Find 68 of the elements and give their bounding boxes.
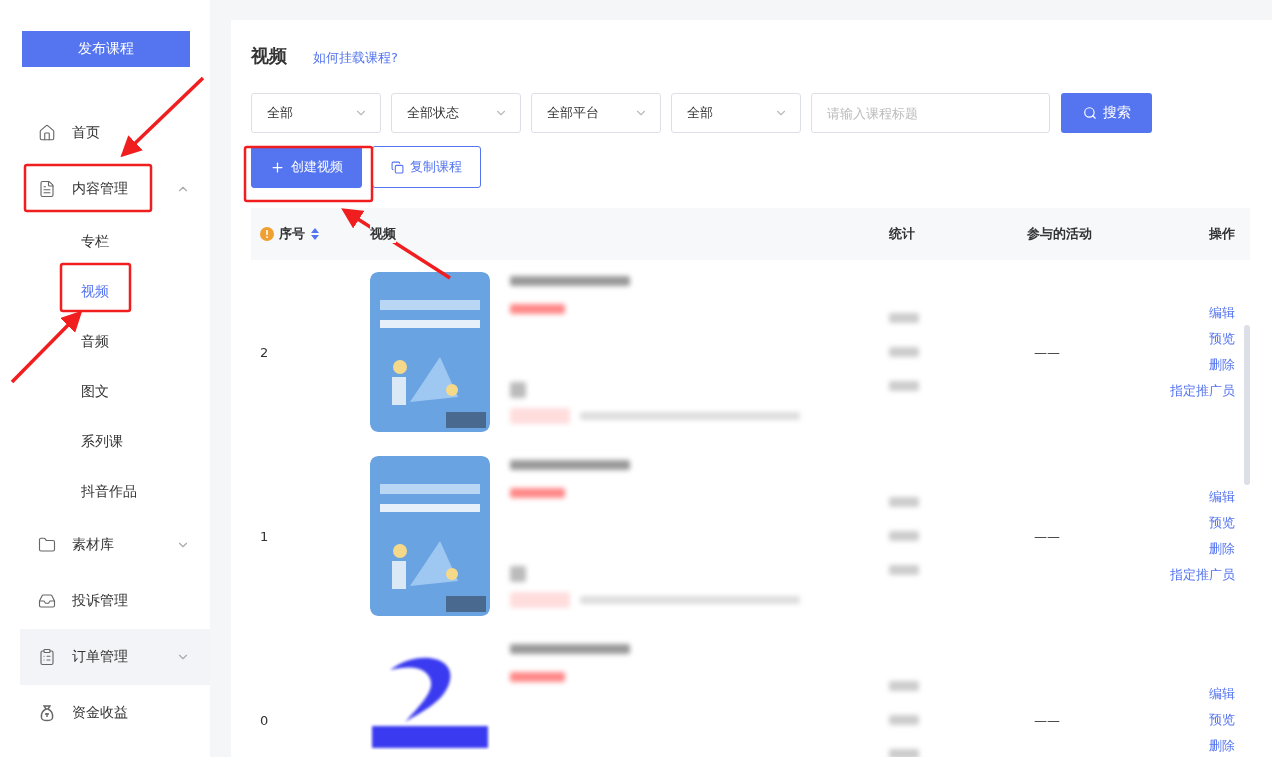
table-cell-text: —— bbox=[1033, 344, 1061, 360]
action-link[interactable]: 编辑 bbox=[1209, 304, 1235, 322]
warning-icon bbox=[260, 227, 274, 241]
filter-dropdown[interactable]: 全部 bbox=[671, 93, 801, 133]
filter-dropdown[interactable]: 全部 bbox=[251, 93, 381, 133]
search-field[interactable]: 请输入课程标题 bbox=[811, 93, 1050, 133]
filter-dropdown[interactable]: 全部状态 bbox=[391, 93, 521, 133]
action-link[interactable]: 指定推广员 bbox=[1170, 566, 1235, 584]
table-cell-text: —— bbox=[1033, 528, 1061, 544]
action-link[interactable]: 预览 bbox=[1209, 330, 1235, 348]
blurred-text bbox=[889, 497, 919, 507]
page-title: 视频 bbox=[251, 44, 287, 68]
search-icon bbox=[1082, 106, 1097, 120]
nav-subitem[interactable]: 抖音作品 bbox=[0, 467, 210, 517]
blurred-text bbox=[889, 313, 919, 323]
action-link[interactable]: 预览 bbox=[1209, 514, 1235, 532]
nav-subitem[interactable]: 视频 bbox=[0, 267, 210, 317]
table-cell-text: 0 bbox=[260, 712, 270, 728]
action-link[interactable]: 编辑 bbox=[1209, 488, 1235, 506]
action-link[interactable]: 删除 bbox=[1209, 540, 1235, 558]
blurred-text bbox=[510, 672, 565, 682]
help-link[interactable]: 如何挂载课程? bbox=[313, 49, 398, 67]
clipboard-icon bbox=[38, 648, 56, 666]
blurred-text bbox=[889, 347, 919, 357]
create-button[interactable]: 创建视频 bbox=[251, 146, 362, 188]
column-header: 序号 bbox=[279, 225, 305, 243]
copy-icon bbox=[391, 160, 404, 174]
column-header: 操作 bbox=[1209, 225, 1235, 243]
column-header: 参与的活动 bbox=[1027, 225, 1092, 243]
blurred-text bbox=[889, 565, 919, 575]
action-link[interactable]: 指定推广员 bbox=[1170, 382, 1235, 400]
table-cell-text: —— bbox=[1033, 712, 1061, 728]
blurred-icon bbox=[510, 566, 526, 582]
nav-item[interactable]: 订单管理 bbox=[20, 629, 210, 685]
sort-icon[interactable] bbox=[310, 227, 320, 241]
home-icon bbox=[38, 124, 56, 142]
action-link[interactable]: 预览 bbox=[1209, 711, 1235, 729]
money-bag-icon bbox=[38, 704, 56, 722]
nav-subitem[interactable]: 图文 bbox=[0, 367, 210, 417]
blurred-icon bbox=[510, 382, 526, 398]
blurred-text bbox=[889, 381, 919, 391]
scrollbar[interactable] bbox=[1244, 325, 1250, 485]
table-cell-text: 1 bbox=[260, 528, 270, 544]
blurred-tag bbox=[510, 592, 570, 608]
filter-dropdown[interactable]: 全部平台 bbox=[531, 93, 661, 133]
nav-subitem[interactable]: 系列课 bbox=[0, 417, 210, 467]
action-link[interactable]: 删除 bbox=[1209, 737, 1235, 755]
blurred-text bbox=[889, 531, 919, 541]
publish-course-button[interactable]: 发布课程 bbox=[22, 31, 190, 67]
blurred-text bbox=[510, 304, 565, 314]
search-button[interactable]: 搜索 bbox=[1061, 93, 1152, 133]
table-cell-text: 2 bbox=[260, 344, 270, 360]
copy-button[interactable]: 复制课程 bbox=[372, 146, 481, 188]
nav-subitem[interactable]: 音频 bbox=[0, 317, 210, 367]
blurred-tag bbox=[510, 408, 570, 424]
blurred-text bbox=[889, 715, 919, 725]
action-link[interactable]: 删除 bbox=[1209, 356, 1235, 374]
column-header: 视频 bbox=[370, 225, 396, 243]
document-icon bbox=[38, 180, 56, 198]
nav-subitem[interactable]: 专栏 bbox=[0, 217, 210, 267]
inbox-icon bbox=[38, 592, 56, 610]
column-header: 统计 bbox=[889, 225, 915, 243]
blurred-text bbox=[510, 488, 565, 498]
folder-icon bbox=[38, 536, 56, 554]
action-link[interactable]: 编辑 bbox=[1209, 685, 1235, 703]
blurred-text bbox=[889, 681, 919, 691]
plus-icon bbox=[270, 159, 285, 175]
blurred-text bbox=[889, 749, 919, 757]
